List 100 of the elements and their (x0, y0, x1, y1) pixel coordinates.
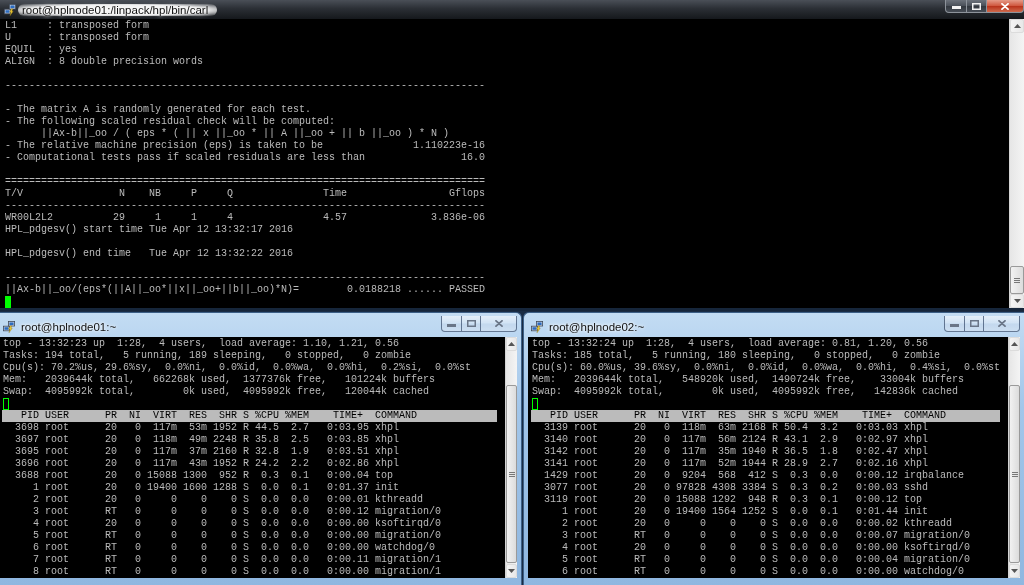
table-cell: 15088 (676, 494, 706, 506)
computers-icon (3, 320, 15, 333)
scrollbar[interactable] (1008, 337, 1020, 578)
scrollbar-thumb[interactable] (1009, 385, 1020, 563)
table-cell: 1952 (213, 422, 237, 434)
table-cell: 19400 (147, 482, 177, 494)
table-cell: 0.0 (291, 542, 309, 554)
table-cell: R (772, 434, 778, 446)
table-cell: 0 (700, 554, 706, 566)
table-cell: 118m (153, 434, 177, 446)
table-cell: 0.0 (820, 530, 838, 542)
table-cell: 3 (562, 530, 568, 542)
terminal-line: Mem: 2039644k total, 662268k used, 1377376k free, 101224k buffers (3, 374, 436, 386)
table-cell: RT (105, 506, 117, 518)
table-cell: 0.0 (790, 506, 808, 518)
table-cell: 20 (105, 482, 117, 494)
scroll-down-button[interactable] (1010, 294, 1024, 308)
table-cell: 1600 (183, 482, 207, 494)
column-header: NI (658, 410, 670, 422)
table-cell: 43m (189, 458, 207, 470)
table-cell: R (243, 434, 249, 446)
scrollbar-thumb[interactable] (506, 385, 517, 563)
table-cell: xhpl (375, 422, 399, 434)
terminal-line: -------------------------------------------------------------------------------- (5, 200, 486, 212)
table-cell: 6 (562, 566, 568, 578)
scrollbar[interactable] (1009, 19, 1024, 308)
table-cell: 0.0 (820, 518, 838, 530)
scrollbar-thumb[interactable] (1010, 266, 1024, 294)
scroll-up-button[interactable] (506, 337, 517, 351)
table-cell: 9204 (682, 470, 706, 482)
table-cell: root (45, 494, 69, 506)
table-cell: 7 (33, 554, 39, 566)
table-cell: root (45, 446, 69, 458)
scrollbar[interactable] (505, 337, 517, 578)
table-cell: 0 (730, 542, 736, 554)
scroll-down-button[interactable] (1009, 564, 1020, 578)
column-header: VIRT (153, 410, 177, 422)
table-cell: xhpl (904, 422, 928, 434)
table-cell: root (45, 506, 69, 518)
table-cell: 3695 (15, 446, 39, 458)
minimize-icon (951, 6, 961, 9)
close-button[interactable] (481, 316, 517, 332)
up-arrow-icon (1011, 342, 1018, 346)
table-cell: 0.3 (790, 494, 808, 506)
terminal-line: Swap: 4095992k total, 0k used, 4095992k free, 142836k cached (532, 386, 959, 398)
table-cell: S (772, 482, 778, 494)
scroll-up-button[interactable] (1009, 337, 1020, 351)
maximize-icon (969, 320, 979, 327)
table-cell: 3141 (544, 458, 568, 470)
table-cell: root (45, 470, 69, 482)
table-cell: 0 (231, 530, 237, 542)
table-cell: 0 (231, 554, 237, 566)
table-cell: 0:00.00 (856, 566, 898, 578)
close-button[interactable] (984, 316, 1020, 332)
table-cell: 0 (201, 554, 207, 566)
scroll-up-button[interactable] (1010, 19, 1024, 33)
table-cell: 35m (718, 446, 736, 458)
column-header: SHR (219, 410, 237, 422)
table-cell: 0:00.00 (327, 566, 369, 578)
table-cell: 3696 (15, 458, 39, 470)
table-cell: 0.0 (291, 494, 309, 506)
table-cell: S (772, 554, 778, 566)
maximize-button[interactable] (967, 0, 987, 13)
table-cell: S (243, 566, 249, 578)
grip-icon (1014, 277, 1020, 283)
table-cell: 0:00.04 (856, 554, 898, 566)
table-cell: 0:00.11 (327, 554, 369, 566)
table-cell: S (243, 542, 249, 554)
table-cell: 2124 (742, 434, 766, 446)
table-cell: 0.1 (820, 494, 838, 506)
up-arrow-icon (508, 342, 515, 346)
table-cell: root (574, 506, 598, 518)
minimize-button[interactable] (945, 0, 967, 13)
table-cell: 2168 (742, 422, 766, 434)
table-cell: 3697 (15, 434, 39, 446)
column-header: TIME+ (862, 410, 892, 422)
column-header: S (772, 410, 778, 422)
table-cell: 0:00.07 (856, 530, 898, 542)
close-button[interactable] (987, 0, 1024, 13)
terminal-line: -------------------------------------------------------------------------------- (5, 80, 486, 92)
table-cell: 53m (189, 422, 207, 434)
scroll-down-button[interactable] (506, 564, 517, 578)
table-cell: 117m (682, 446, 706, 458)
table-cell: root (574, 554, 598, 566)
table-cell: 0:03.95 (327, 422, 369, 434)
table-cell: kthreadd (904, 518, 952, 530)
column-header: USER (45, 410, 69, 422)
column-header: COMMAND (904, 410, 946, 422)
table-cell: migration/0 (375, 506, 441, 518)
column-header: COMMAND (375, 410, 417, 422)
table-cell: 0 (201, 494, 207, 506)
table-cell: 0 (730, 554, 736, 566)
table-cell: 20 (105, 446, 117, 458)
table-cell: 3077 (544, 482, 568, 494)
table-cell: 0.0 (261, 554, 279, 566)
table-cell: 0 (664, 542, 670, 554)
table-cell: root (45, 530, 69, 542)
table-cell: 0:00.00 (327, 530, 369, 542)
table-cell: 0.0 (261, 530, 279, 542)
table-cell: 0 (760, 542, 766, 554)
